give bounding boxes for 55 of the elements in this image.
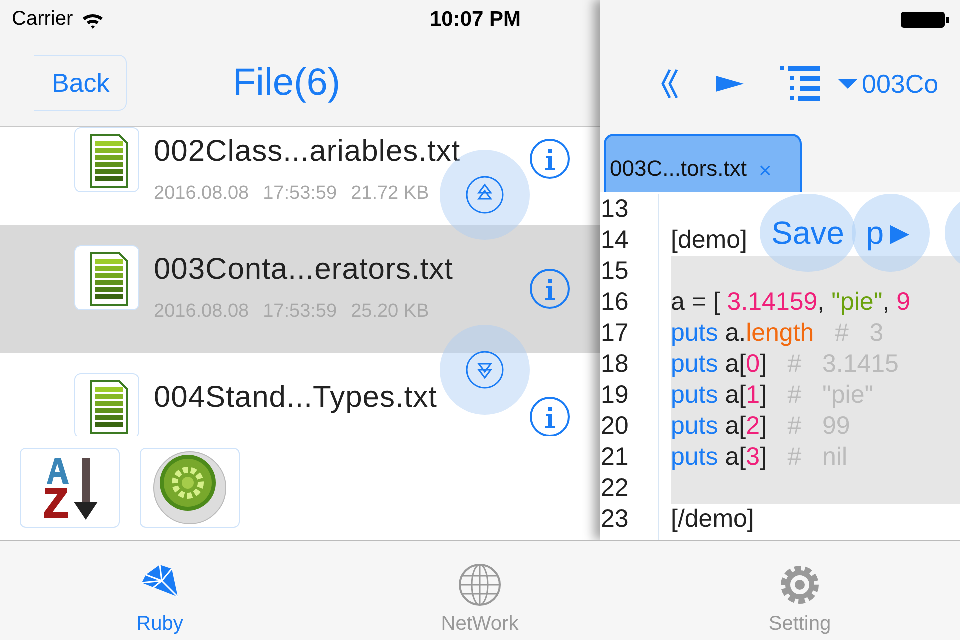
- settings-icon: [778, 563, 822, 607]
- file-name: 002Class...ariables.txt: [154, 135, 461, 170]
- double-chevron-left-icon: [660, 68, 680, 100]
- line-number: 22: [600, 473, 630, 504]
- file-date: 2016.08.08: [154, 183, 250, 206]
- floating-action-button[interactable]: p►: [852, 194, 930, 272]
- document-icon: [74, 245, 142, 314]
- info-icon: [542, 277, 558, 302]
- line-number: 23: [600, 504, 630, 535]
- line-number: 17: [600, 318, 630, 349]
- rewind-button[interactable]: [660, 68, 680, 100]
- info-icon: [542, 405, 558, 430]
- code-line: [demo]: [671, 226, 748, 254]
- line-number: 15: [600, 256, 630, 287]
- line-number: 21: [600, 442, 630, 473]
- line-number: 14: [600, 225, 630, 256]
- outline-list-icon: [780, 66, 820, 102]
- document-icon: [74, 373, 142, 436]
- info-icon: [542, 147, 558, 172]
- floating-action-button[interactable]: Save: [760, 194, 856, 272]
- info-button[interactable]: [530, 397, 570, 436]
- play-icon: [716, 74, 744, 94]
- globe-icon: [458, 563, 502, 607]
- carrier-name: Carrier: [12, 8, 74, 32]
- file-size: 21.72 KB: [351, 183, 430, 206]
- info-button[interactable]: [530, 139, 570, 180]
- settings-button[interactable]: [140, 448, 240, 528]
- file-row[interactable]: 002Class...ariables.txt 2016.08.08 17:53:59 21.72 KB: [0, 127, 600, 226]
- dropdown-caret-icon: [838, 79, 858, 89]
- file-name: 003Conta...erators.txt: [154, 253, 454, 288]
- file-row[interactable]: 004Stand...Types.txt: [0, 353, 600, 436]
- nav-title: File(6): [232, 62, 340, 105]
- file-tab-label: 003C...tors.txt: [610, 156, 747, 182]
- code-line: a = [ 3.14159, "pie", 9: [671, 288, 911, 316]
- tab-bar-item[interactable]: NetWork: [320, 541, 640, 640]
- line-number: 19: [600, 380, 630, 411]
- run-button[interactable]: [716, 74, 744, 94]
- file-tab[interactable]: 003C...tors.txt ×: [604, 134, 802, 192]
- tab-bar-item[interactable]: Setting: [640, 541, 960, 640]
- status-time: 10:07 PM: [430, 8, 522, 32]
- file-time: 17:53:59: [263, 183, 338, 206]
- outline-button[interactable]: [780, 66, 820, 102]
- tab-bar-item[interactable]: Ruby: [0, 541, 320, 640]
- line-number: 20: [600, 411, 630, 442]
- info-button[interactable]: [530, 269, 570, 310]
- close-tab-button[interactable]: ×: [758, 160, 772, 182]
- code-line: [/demo]: [671, 505, 754, 533]
- file-name: 004Stand...Types.txt: [154, 381, 438, 416]
- file-dropdown[interactable]: 003Co: [838, 68, 939, 100]
- line-number: 16: [600, 287, 630, 318]
- line-number: 13: [600, 194, 630, 225]
- sort-button[interactable]: [20, 448, 120, 528]
- battery-icon: [900, 11, 950, 29]
- back-button[interactable]: Back: [34, 55, 127, 112]
- line-number: 18: [600, 349, 630, 380]
